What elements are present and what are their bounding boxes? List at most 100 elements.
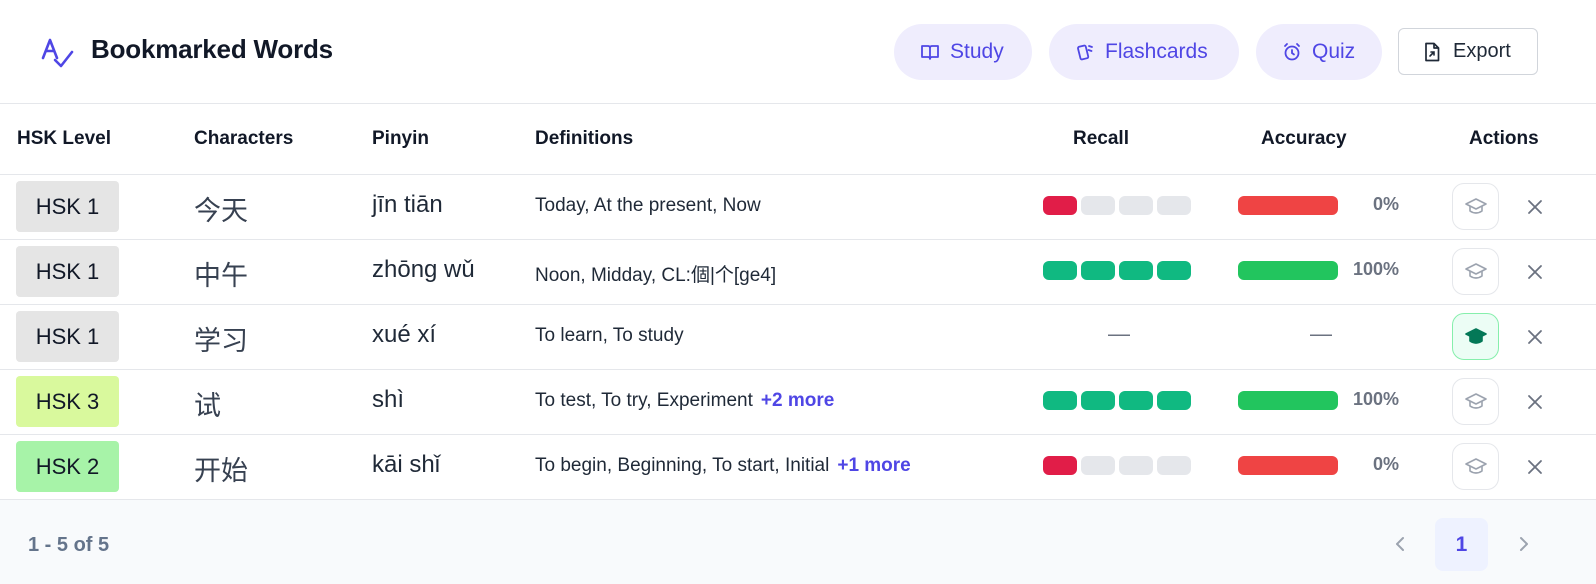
close-icon <box>1528 395 1542 409</box>
accuracy-bar <box>1238 196 1338 215</box>
word-characters: 中午 <box>194 261 248 292</box>
accuracy-bar <box>1238 456 1338 475</box>
word-definitions: To begin, Beginning, To start, Initial +1… <box>535 455 911 477</box>
close-icon <box>1528 460 1542 474</box>
definitions-text: To learn, To study <box>535 325 684 346</box>
close-icon <box>1528 200 1542 214</box>
recall-segment <box>1119 196 1153 215</box>
close-icon <box>1528 265 1542 279</box>
table-row: HSK 1 今天 jīn tiān Today, At the present, No… <box>0 175 1596 240</box>
column-header-hsk: HSK Level <box>17 128 111 149</box>
recall-segment <box>1081 456 1115 475</box>
remove-bookmark-button[interactable] <box>1522 194 1548 220</box>
chevron-right-icon[interactable] <box>1512 532 1536 556</box>
column-header-recall: Recall <box>1073 128 1129 149</box>
hsk-level-badge: HSK 1 <box>16 181 119 232</box>
word-pinyin: jīn tiān <box>372 191 443 218</box>
page-title: Bookmarked Words <box>91 34 333 64</box>
graduation-cap-icon <box>1464 262 1487 279</box>
export-button[interactable]: Export <box>1398 28 1538 75</box>
page-header: Bookmarked Words Study Flashcards Quiz E… <box>0 0 1596 104</box>
table-row: HSK 1 学习 xué xí To learn, To study — — <box>0 305 1596 370</box>
flashcards-button[interactable]: Flashcards <box>1049 24 1239 80</box>
more-definitions-link[interactable]: +2 more <box>761 390 834 411</box>
recall-segment <box>1157 261 1191 280</box>
accuracy-percent: 100% <box>1352 389 1399 409</box>
study-word-button[interactable] <box>1452 443 1499 490</box>
recall-segment <box>1043 261 1077 280</box>
table-row: HSK 2 开始 kāi shǐ To begin, Beginning, To st… <box>0 435 1596 500</box>
quiz-button[interactable]: Quiz <box>1256 24 1382 80</box>
accuracy-bar <box>1238 261 1338 280</box>
study-word-button[interactable] <box>1452 248 1499 295</box>
column-header-characters: Characters <box>194 128 294 149</box>
more-definitions-link[interactable]: +1 more <box>837 455 910 476</box>
table-footer: 1 - 5 of 5 1 <box>0 500 1596 584</box>
word-definitions: To learn, To study <box>535 325 684 347</box>
study-word-button[interactable] <box>1452 183 1499 230</box>
word-characters: 开始 <box>194 456 248 487</box>
word-pinyin: kāi shǐ <box>372 451 441 478</box>
word-definitions: Today, At the present, Now <box>535 195 761 217</box>
accuracy-percent: 0% <box>1372 454 1399 474</box>
word-pinyin: zhōng wǔ <box>372 256 475 283</box>
word-characters: 今天 <box>194 196 248 227</box>
definitions-text: To begin, Beginning, To start, Initial <box>535 455 830 476</box>
chevron-left-icon[interactable] <box>1388 532 1412 556</box>
word-characters: 学习 <box>194 326 248 357</box>
alarm-clock-icon <box>1284 43 1300 61</box>
remove-bookmark-button[interactable] <box>1522 324 1548 350</box>
hsk-level-badge: HSK 1 <box>16 246 119 297</box>
recall-segment <box>1081 261 1115 280</box>
graduation-cap-icon <box>1464 457 1487 474</box>
graduation-cap-icon <box>1464 327 1487 344</box>
accuracy-bar <box>1238 391 1338 410</box>
file-export-icon <box>1425 42 1440 61</box>
column-header-accuracy: Accuracy <box>1261 128 1347 149</box>
study-word-button[interactable] <box>1452 378 1499 425</box>
hsk-level-badge: HSK 3 <box>16 376 119 427</box>
export-label: Export <box>1453 40 1511 62</box>
word-definitions: Noon, Midday, CL:個|个[ge4] <box>535 260 776 287</box>
recall-segment <box>1119 261 1153 280</box>
graduation-cap-icon <box>1464 392 1487 409</box>
table-row: HSK 3 试 shì To test, To try, Experiment +2 m… <box>0 370 1596 435</box>
translate-check-icon <box>41 38 74 68</box>
pagination-range: 1 - 5 of 5 <box>28 534 110 556</box>
recall-segment <box>1043 196 1077 215</box>
close-icon <box>1528 330 1542 344</box>
accuracy-percent: 100% <box>1352 259 1399 279</box>
remove-bookmark-button[interactable] <box>1522 259 1548 285</box>
recall-segment <box>1157 391 1191 410</box>
page-button-current[interactable]: 1 <box>1435 518 1488 571</box>
quiz-label: Quiz <box>1312 40 1356 63</box>
recall-segment <box>1157 196 1191 215</box>
recall-segment <box>1119 456 1153 475</box>
accuracy-percent: 0% <box>1372 194 1399 214</box>
graduation-cap-icon <box>1464 197 1487 214</box>
remove-bookmark-button[interactable] <box>1522 454 1548 480</box>
word-pinyin: xué xí <box>372 321 437 348</box>
recall-segment <box>1081 391 1115 410</box>
definitions-text: To test, To try, Experiment <box>535 390 753 411</box>
recall-segment <box>1119 391 1153 410</box>
column-header-actions: Actions <box>1469 128 1539 149</box>
study-word-button[interactable] <box>1452 313 1499 360</box>
hsk-level-badge: HSK 2 <box>16 441 119 492</box>
book-open-icon <box>921 45 939 60</box>
recall-empty: — <box>1108 321 1130 346</box>
recall-segment <box>1157 456 1191 475</box>
definitions-text: Noon, Midday, CL:個|个[ge4] <box>535 265 777 286</box>
study-label: Study <box>950 40 1004 63</box>
cards-icon <box>1077 44 1093 61</box>
accuracy-empty: — <box>1310 321 1332 346</box>
remove-bookmark-button[interactable] <box>1522 389 1548 415</box>
table-row: HSK 1 中午 zhōng wǔ Noon, Midday, CL:個|个[ge4]… <box>0 240 1596 305</box>
study-button[interactable]: Study <box>894 24 1032 80</box>
definitions-text: Today, At the present, Now <box>535 195 761 216</box>
word-pinyin: shì <box>372 386 405 413</box>
recall-segment <box>1043 391 1077 410</box>
column-header-pinyin: Pinyin <box>372 128 430 149</box>
recall-segment <box>1043 456 1077 475</box>
word-characters: 试 <box>194 391 221 422</box>
